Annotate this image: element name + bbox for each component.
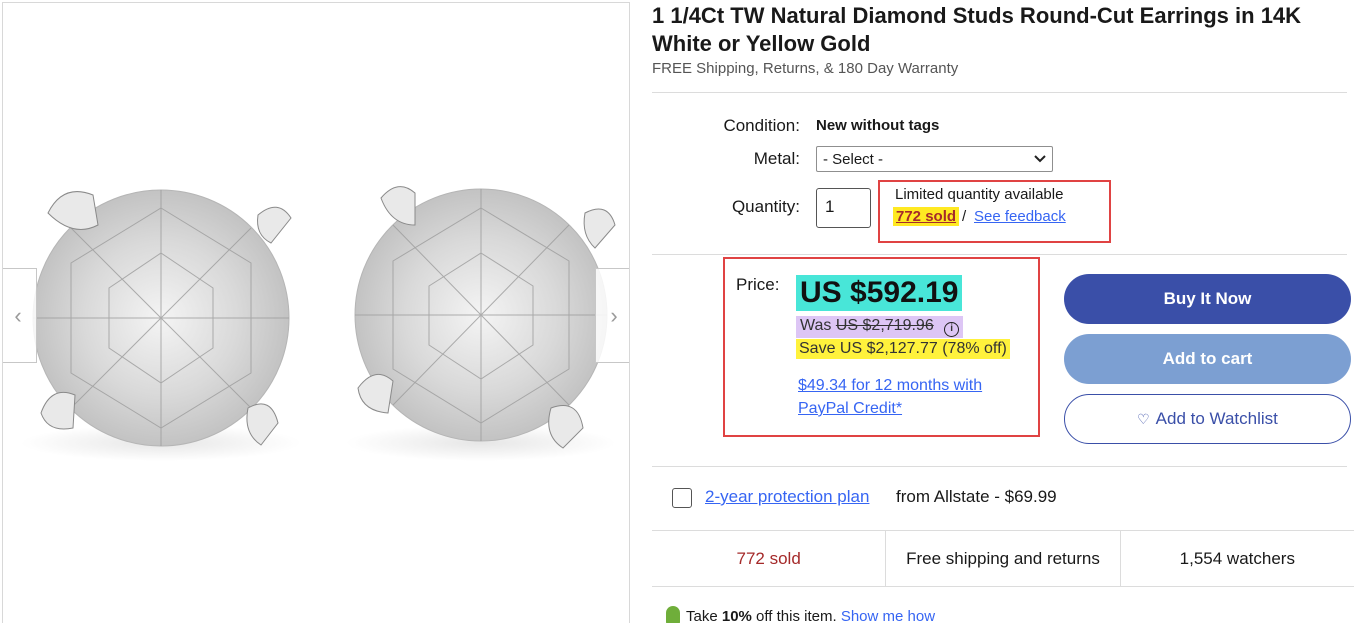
stat-watchers: 1,554 watchers	[1179, 548, 1295, 568]
product-subtitle: FREE Shipping, Returns, & 180 Day Warran…	[652, 60, 959, 77]
chevron-down-icon	[1034, 155, 1046, 163]
metal-label: Metal:	[753, 149, 800, 168]
chevron-right-icon: ›	[610, 302, 618, 328]
buy-it-now-button[interactable]: Buy It Now	[1064, 274, 1351, 324]
condition-value: New without tags	[816, 117, 940, 134]
condition-label: Condition:	[723, 116, 800, 135]
heart-icon: ♡	[1137, 410, 1150, 427]
diamond-earrings-image	[21, 186, 616, 461]
chevron-left-icon: ‹	[14, 302, 22, 328]
divider	[652, 254, 1347, 255]
show-me-how-link[interactable]: Show me how	[841, 608, 935, 623]
quantity-input[interactable]: 1	[816, 188, 871, 228]
product-title: 1 1/4Ct TW Natural Diamond Studs Round-C…	[652, 3, 1302, 56]
sold-count-link[interactable]: 772 sold	[893, 207, 960, 226]
protection-plan-provider: from Allstate - $69.99	[896, 487, 1057, 506]
promo-percent: 10%	[721, 608, 752, 623]
protection-plan-checkbox[interactable]	[672, 488, 692, 508]
paypal-credit-link[interactable]: $49.34 for 12 months with PayPal Credit*	[798, 374, 1028, 420]
price-label: Price:	[736, 275, 780, 294]
promo-banner: Take 10% off this item. Show me how	[666, 606, 935, 623]
metal-selected-value: - Select -	[823, 150, 884, 168]
savings-text: Save US $2,127.77 (78% off)	[796, 339, 1010, 359]
availability-text: Limited quantity available	[895, 186, 1064, 203]
was-price-value: US $2,719.96	[835, 317, 934, 334]
see-feedback-link[interactable]: See feedback	[974, 208, 1066, 225]
gallery-next-button[interactable]: ›	[595, 268, 629, 363]
link-separator: /	[962, 208, 967, 225]
watchlist-label: Add to Watchlist	[1155, 409, 1278, 428]
metal-select[interactable]: - Select -	[816, 146, 1053, 172]
stat-shipping: Free shipping and returns	[886, 531, 1121, 586]
quantity-label: Quantity:	[731, 197, 800, 216]
stat-sold: 772 sold	[652, 531, 887, 586]
add-to-watchlist-button[interactable]: ♡ Add to Watchlist	[1064, 394, 1351, 444]
current-price: US $592.19	[796, 275, 963, 311]
was-price: Was US $2,719.96 i	[796, 316, 964, 338]
add-to-cart-button[interactable]: Add to cart	[1064, 334, 1351, 384]
divider	[652, 466, 1347, 467]
cactus-icon	[666, 606, 680, 623]
product-image-gallery[interactable]: ‹ ›	[2, 2, 630, 623]
gallery-prev-button[interactable]: ‹	[3, 268, 37, 363]
promo-suffix: off this item.	[751, 608, 841, 623]
info-icon[interactable]: i	[944, 322, 960, 337]
stats-bar: 772 sold Free shipping and returns 1,554…	[652, 530, 1354, 587]
promo-prefix: Take	[686, 608, 722, 623]
protection-plan-link[interactable]: 2-year protection plan	[705, 487, 869, 507]
divider	[652, 92, 1347, 93]
was-label: Was	[800, 317, 832, 334]
